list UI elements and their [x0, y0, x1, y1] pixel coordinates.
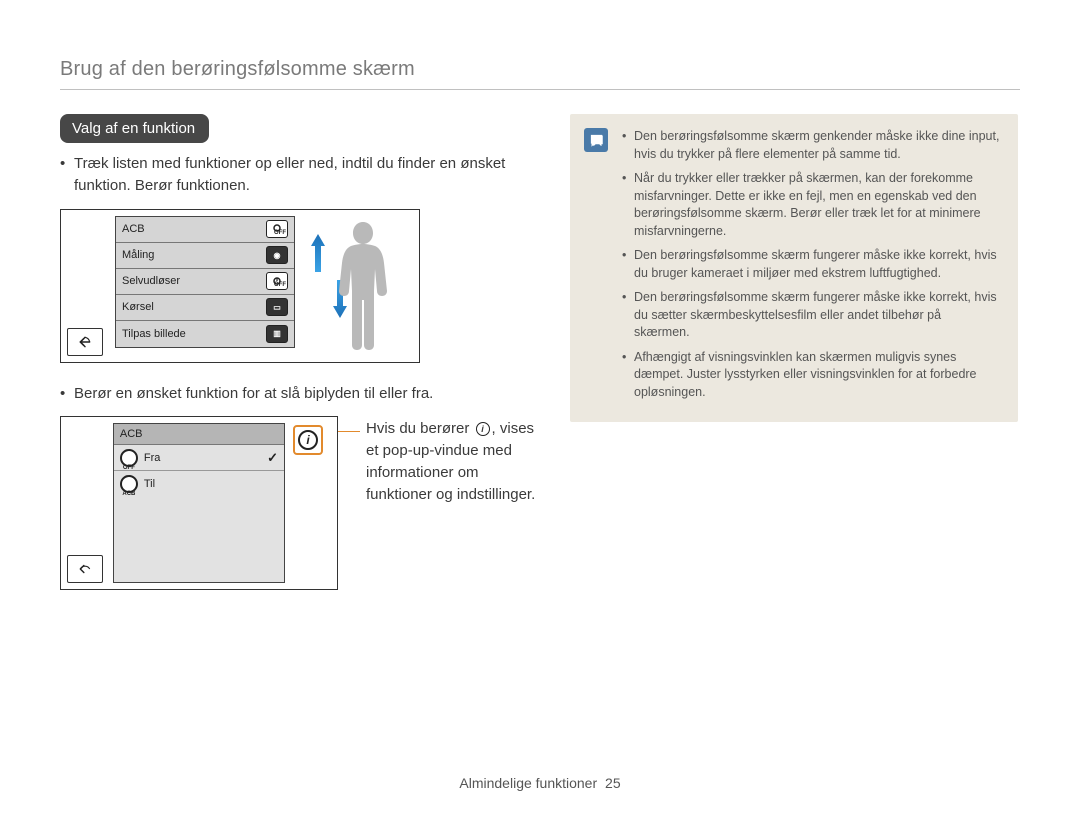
adjust-icon: ▥	[266, 325, 288, 343]
acb-option-on[interactable]: Til	[114, 471, 284, 497]
acb-off-icon	[266, 220, 288, 238]
menu-label: Kørsel	[122, 301, 154, 313]
acb-on-icon	[120, 475, 138, 493]
menu-item-adjust[interactable]: Tilpas billede ▥	[116, 321, 294, 347]
back-button[interactable]	[67, 555, 103, 583]
right-column: Den berøringsfølsomme skærm genkender må…	[570, 114, 1018, 590]
menu-item-metering[interactable]: Måling ◉	[116, 243, 294, 269]
page-title: Brug af den berøringsfølsomme skærm	[60, 58, 1020, 81]
footer-page-number: 25	[605, 775, 621, 791]
info-callout: Hvis du berører i, vises et pop-up-vindu…	[360, 416, 540, 505]
note-item: Den berøringsfølsomme skærm genkender må…	[622, 128, 1000, 163]
timer-off-icon	[266, 272, 288, 290]
drive-icon: ▭	[266, 298, 288, 316]
note-item: Den berøringsfølsomme skærm fungerer mås…	[622, 247, 1000, 282]
figure-acb-panel: ACB Fra ✓ Til i	[60, 416, 338, 590]
metering-icon: ◉	[266, 246, 288, 264]
acb-menu[interactable]: ACB Fra ✓ Til	[113, 423, 285, 583]
acb-option-off[interactable]: Fra ✓	[114, 445, 284, 471]
left-column: Valg af en funktion Træk listen med funk…	[60, 114, 540, 590]
info-icon: i	[476, 422, 490, 436]
menu-item-drive[interactable]: Kørsel ▭	[116, 295, 294, 321]
callout-leader	[338, 431, 360, 432]
menu-label: Selvudløser	[122, 275, 180, 287]
note-item: Den berøringsfølsomme skærm fungerer mås…	[622, 289, 1000, 342]
scroll-up-arrow-icon	[311, 234, 325, 272]
menu-item-selftimer[interactable]: Selvudløser	[116, 269, 294, 295]
back-button[interactable]	[67, 328, 103, 356]
note-item: Når du trykker eller trækker på skærmen,…	[622, 170, 1000, 240]
acb-header: ACB	[114, 424, 284, 445]
menu-label: Tilpas billede	[122, 328, 186, 340]
acb-on-label: Til	[144, 478, 155, 490]
function-menu[interactable]: ACB Måling ◉ Selvudløser	[115, 216, 295, 348]
footer-section: Almindelige funktioner	[459, 775, 597, 791]
intro-list-b: Berør en ønsket funktion for at slå bipl…	[60, 383, 540, 405]
person-silhouette-icon	[333, 222, 393, 350]
section-heading: Valg af en funktion	[60, 114, 209, 143]
divider	[60, 89, 1020, 90]
figure-scroll-list: ACB Måling ◉ Selvudløser	[60, 209, 420, 363]
intro-bullet: Berør en ønsket funktion for at slå bipl…	[60, 383, 540, 405]
note-item: Afhængigt af visningsvinklen kan skærmen…	[622, 349, 1000, 402]
callout-text-before: Hvis du berører	[366, 420, 469, 437]
acb-off-label: Fra	[144, 452, 161, 464]
page-footer: Almindelige funktioner 25	[0, 775, 1080, 791]
intro-bullet: Træk listen med funktioner op eller ned,…	[60, 153, 540, 197]
menu-item-acb[interactable]: ACB	[116, 217, 294, 243]
menu-label: Måling	[122, 249, 154, 261]
note-icon	[584, 128, 608, 152]
check-icon: ✓	[267, 450, 278, 466]
intro-list-a: Træk listen med funktioner op eller ned,…	[60, 153, 540, 197]
menu-label: ACB	[122, 223, 145, 235]
info-icon: i	[298, 430, 318, 450]
info-button[interactable]: i	[293, 425, 323, 455]
acb-off-icon	[120, 449, 138, 467]
note-box: Den berøringsfølsomme skærm genkender må…	[570, 114, 1018, 422]
